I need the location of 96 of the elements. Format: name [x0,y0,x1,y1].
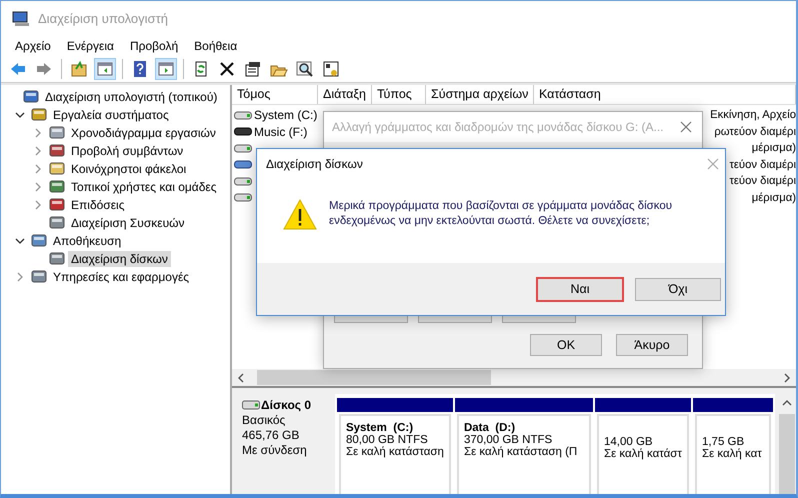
menu-item[interactable]: Βοήθεια [186,39,246,53]
properties-icon [244,60,262,78]
disk-status: Με σύνδεση [242,443,308,457]
partition-name: Data (D:) [464,422,516,434]
disk-size: 465,76 GB [242,428,300,442]
pane-button[interactable] [155,58,177,80]
column-header[interactable]: Τύπος [372,85,426,104]
cancel-button[interactable]: Άκυρο [616,334,688,356]
window-title: Διαχείριση υπολογιστή [38,11,168,26]
warning-icon [283,198,317,230]
drive-icon [234,176,252,186]
tree-item[interactable]: Χρονοδιάγραμμα εργασιών [68,125,219,141]
volume-status: τεύον διαμέρι [729,158,796,171]
tree-item[interactable]: Αποθήκευση [50,233,124,249]
scrollbar-thumb[interactable] [779,414,796,494]
partition-status: Σε καλή κατάσταση [346,446,445,458]
tree-item[interactable]: Τοπικοί χρήστες και ομάδες [68,179,220,195]
tree-button[interactable] [94,58,116,80]
expand-chevron-icon[interactable] [33,128,43,138]
scroll-up-icon[interactable] [782,398,792,408]
scroll-right-icon[interactable] [782,372,792,382]
delete-icon [218,60,236,78]
menu-item[interactable]: Ενέργεια [58,39,122,53]
tree-node-icon [49,161,65,177]
tree-node-icon [49,197,65,213]
no-button[interactable]: Όχι [635,278,721,300]
dialog-title: Αλλαγή γράμματος και διαδρομών της μονάδας δίσκου G: (A... [332,120,664,134]
tree-node-icon [49,179,65,195]
column-header[interactable]: Κατάσταση [534,85,796,104]
tree-item[interactable]: Διαχείριση Συσκευών [68,215,188,231]
volume-name: System (C:) [254,108,318,122]
partition-status: Σε καλή κατ [702,448,763,460]
gear-icon [322,60,340,78]
expand-chevron-icon[interactable] [15,272,25,282]
tree-item[interactable]: Υπηρεσίες και εφαρμογές [50,269,192,285]
tree-item[interactable]: Επιδόσεις [68,197,128,213]
tree-node-icon [49,143,65,159]
computer-icon [12,10,30,26]
expand-chevron-icon[interactable] [33,164,43,174]
expand-chevron-icon[interactable] [33,182,43,192]
tree-item[interactable]: Διαχείριση δίσκων [68,251,171,267]
volume-status: ρωτεύον διαμέρι [714,126,796,138]
magnifier-icon [296,60,314,78]
dialog-message: Μερικά προγράμματα που βασίζονται σε γράμματα μονάδας δίσκου ενδεχομένως να μην εκτελούνται σωστά. Θέλετε να συνεχίσετε; [329,199,672,229]
drive-icon [234,110,252,120]
expand-chevron-icon[interactable] [33,200,43,210]
volume-status: Εκκίνηση, Αρχείο [710,109,796,122]
drive-icon [234,193,252,202]
pane-icon [157,60,175,78]
forward-icon [35,60,53,78]
column-header[interactable]: Διάταξη [318,85,372,104]
volume-status: μέρισμα) [752,192,796,204]
partition-size: 14,00 GB [604,436,654,448]
tree-item[interactable]: Προβολή συμβάντων [68,143,186,159]
partition-status: Σε καλή κατάστ [604,448,683,460]
menu-item[interactable]: Προβολή [122,39,186,53]
drive-icon [234,160,252,170]
yes-button[interactable]: Ναι [537,278,623,300]
disk-name: Δίσκος 0 [261,398,312,412]
collapse-chevron-icon[interactable] [15,110,25,120]
volume-status: τεύον διαμέρι [729,175,796,188]
tree-node-icon [49,215,65,231]
tree-node-icon [23,89,39,105]
partition-size: 1,75 GB [702,436,746,448]
up-icon [70,60,88,78]
scrollbar-thumb[interactable] [257,370,491,385]
expand-chevron-icon[interactable] [33,146,43,156]
dialog-title: Διαχείριση δίσκων [266,157,363,171]
tree-node-icon [49,251,65,267]
disk-type: Βασικός [242,413,286,427]
close-icon[interactable] [707,158,719,170]
tree-node-icon [31,107,47,123]
ok-button[interactable]: OK [530,334,602,356]
volume-name: Music (F:) [254,124,308,139]
tree-node-icon [49,125,65,141]
back-icon [9,60,27,78]
menu-item[interactable]: Αρχείο [7,39,59,53]
column-header[interactable]: Σύστημα αρχείων [426,85,534,104]
partition-size: 80,00 GB NTFS [346,434,429,446]
tree-item[interactable]: Εργαλεία συστήματος [50,107,172,123]
close-icon[interactable] [680,121,692,133]
help-icon [131,60,149,78]
tree-icon [96,60,114,78]
tree-item[interactable]: Διαχείριση υπολογιστή (τοπικού) [42,89,220,105]
drive-icon [234,127,252,136]
volume-status: μέρισμα) [752,142,796,154]
partition-name: System (C:) [346,422,414,434]
drive-icon [234,144,252,153]
column-header[interactable]: Τόμος [232,85,318,104]
scroll-left-icon[interactable] [236,372,246,382]
tree-node-icon [31,233,47,249]
collapse-chevron-icon[interactable] [15,236,25,246]
tree-item[interactable]: Κοινόχρηστοι φάκελοι [68,161,190,177]
tree-node-icon [31,269,47,285]
partition-status: Σε καλή κατάσταση (Π [464,446,578,458]
partition-size: 370,00 GB NTFS [464,434,554,446]
